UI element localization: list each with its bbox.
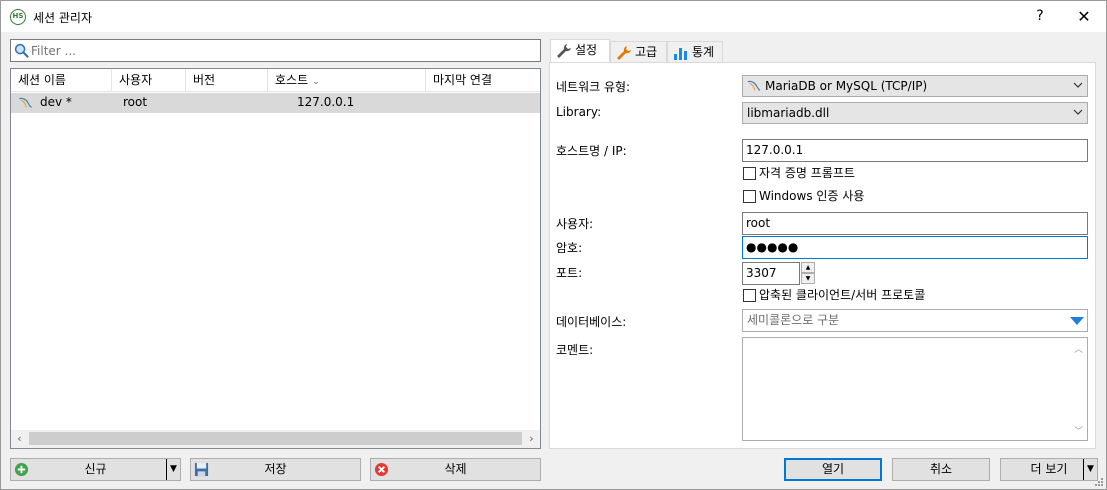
delete-button-label: 삭제	[444, 462, 467, 476]
floppy-disk-icon	[194, 462, 209, 477]
port-stepper[interactable]: ▲ ▼	[801, 262, 815, 285]
close-button[interactable]: ✕	[1062, 1, 1106, 32]
save-button[interactable]: 저장	[190, 458, 361, 481]
delete-button[interactable]: 삭제	[370, 458, 541, 481]
host-value: 127.0.0.1	[746, 143, 804, 157]
delete-x-icon	[374, 462, 389, 477]
tab-settings[interactable]: 설정	[550, 39, 610, 62]
comment-textarea[interactable]: ︿ ﹀	[742, 337, 1088, 441]
port-label: 포트:	[556, 266, 583, 280]
databases-label: 데이터베이스:	[556, 315, 627, 329]
resize-grip-icon[interactable]	[1094, 477, 1104, 487]
dropdown-arrow-icon[interactable]	[1070, 316, 1084, 326]
network-type-value: MariaDB or MySQL (TCP/IP)	[765, 79, 928, 93]
checkbox-box[interactable]	[743, 190, 756, 203]
chevron-down-icon	[1073, 109, 1083, 115]
tab-advanced-label: 고급	[635, 45, 658, 59]
column-header-host-label: 호스트	[275, 73, 309, 87]
scroll-up-icon[interactable]: ︿	[1070, 342, 1087, 355]
plus-icon	[14, 462, 29, 477]
column-header-session-name[interactable]: 세션 이름	[11, 69, 112, 92]
table-row[interactable]: dev * root 127.0.0.1	[11, 93, 540, 113]
port-input[interactable]: 3307	[742, 262, 800, 285]
host-label: 호스트명 / IP:	[556, 144, 627, 158]
new-button[interactable]: 신규 ▼	[10, 458, 181, 481]
scroll-left-icon[interactable]: ‹	[11, 430, 28, 448]
session-list-header: 세션 이름 사용자 버전 호스트 ⌄ 마지막 연결	[11, 69, 540, 92]
scroll-down-icon[interactable]: ﹀	[1070, 424, 1087, 437]
databases-placeholder: 세미콜론으로 구분	[747, 313, 840, 327]
network-type-label: 네트워크 유형:	[556, 80, 631, 94]
mysql-dolphin-icon	[19, 97, 32, 108]
session-manager-window: HS 세션 관리자 ? ✕ 세션 이름 사용자 버전 호스트⌄ 마지막 연결 d…	[0, 0, 1107, 490]
windows-auth-label: Windows 인증 사용	[759, 189, 865, 203]
password-input[interactable]: ●●●●●	[742, 236, 1088, 259]
column-header-version[interactable]: 버전	[186, 69, 268, 92]
comment-label: 코멘트:	[556, 343, 594, 357]
network-type-select[interactable]: MariaDB or MySQL (TCP/IP)	[742, 75, 1088, 97]
user-label: 사용자:	[556, 217, 594, 231]
prompt-credentials-label: 자격 증명 프롬프트	[759, 166, 855, 180]
column-header-last-connect[interactable]: 마지막 연결	[426, 69, 540, 92]
column-header-user[interactable]: 사용자	[112, 69, 186, 92]
password-value: ●●●●●	[746, 240, 799, 254]
password-label: 암호:	[556, 241, 583, 255]
session-name-cell: dev *	[40, 95, 72, 109]
library-select[interactable]: libmariadb.dll	[742, 102, 1088, 124]
vertical-scrollbar[interactable]: ︿ ﹀	[1070, 338, 1087, 440]
wrench-icon	[557, 44, 571, 58]
user-value: root	[746, 216, 771, 230]
title-bar: HS 세션 관리자 ? ✕	[1, 1, 1106, 32]
scroll-right-icon[interactable]: ›	[523, 430, 540, 448]
sort-descending-icon: ⌄	[312, 77, 320, 87]
column-header-host[interactable]: 호스트 ⌄	[268, 69, 426, 92]
tab-statistics[interactable]: 통계	[667, 41, 723, 62]
port-value: 3307	[746, 266, 777, 280]
checkbox-box[interactable]	[743, 167, 756, 180]
compressed-protocol-label: 압축된 클라이언트/서버 프로토콜	[759, 288, 926, 302]
save-button-label: 저장	[264, 462, 287, 476]
library-value: libmariadb.dll	[747, 106, 830, 120]
bar-chart-icon	[674, 48, 687, 60]
tab-settings-label: 설정	[575, 43, 598, 57]
filter-input[interactable]	[31, 41, 531, 60]
scrollbar-thumb[interactable]	[29, 432, 522, 445]
cancel-button[interactable]: 취소	[892, 458, 990, 481]
more-button[interactable]: 더 보기 ▼	[1000, 458, 1098, 481]
new-dropdown-icon[interactable]: ▼	[166, 459, 180, 480]
tab-statistics-label: 통계	[692, 45, 715, 59]
open-button[interactable]: 열기	[784, 458, 882, 481]
checkbox-box[interactable]	[743, 289, 756, 302]
stepper-down-icon[interactable]: ▼	[801, 273, 815, 284]
filter-field[interactable]	[10, 39, 541, 62]
wrench-orange-icon	[617, 46, 631, 60]
user-input[interactable]: root	[742, 212, 1088, 235]
more-button-label: 더 보기	[1030, 462, 1068, 476]
stepper-up-icon[interactable]: ▲	[801, 262, 815, 273]
databases-select[interactable]: 세미콜론으로 구분	[742, 309, 1088, 332]
heidisql-logo-icon: HS	[10, 9, 26, 25]
library-label: Library:	[556, 105, 602, 119]
session-host-cell: 127.0.0.1	[297, 95, 355, 109]
horizontal-scrollbar[interactable]: ‹ ›	[11, 430, 540, 448]
help-button[interactable]: ?	[1018, 1, 1062, 32]
new-button-label: 신규	[84, 462, 107, 476]
search-icon	[14, 43, 29, 58]
session-user-cell: root	[123, 95, 148, 109]
window-title: 세션 관리자	[33, 11, 93, 25]
tab-advanced[interactable]: 고급	[610, 41, 667, 62]
session-list[interactable]: 세션 이름 사용자 버전 호스트 ⌄ 마지막 연결 dev * root 127.…	[10, 68, 541, 449]
chevron-down-icon	[1073, 82, 1083, 88]
mysql-dolphin-icon	[747, 80, 761, 91]
host-input[interactable]: 127.0.0.1	[742, 139, 1088, 162]
